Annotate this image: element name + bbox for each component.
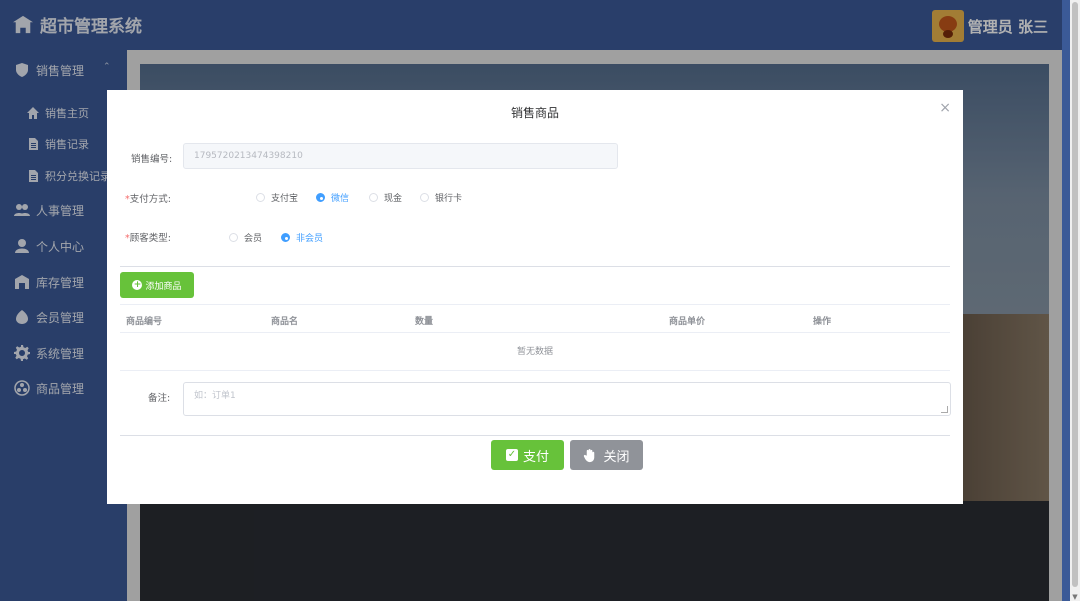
column-header: 商品编号 [126, 317, 163, 327]
pay-button[interactable]: ✓ 支付 [491, 440, 564, 470]
column-header: 商品单价 [669, 317, 706, 327]
remark-label: 备注: [148, 393, 171, 404]
sale-no-field: 1795720213474398210 [183, 143, 618, 169]
close-icon[interactable]: × [939, 100, 951, 116]
table-header-border [120, 332, 950, 333]
radio-wechat[interactable]: 微信 [316, 191, 349, 204]
column-header: 数量 [415, 317, 434, 327]
table-bottom-border [120, 370, 950, 371]
radio-cash[interactable]: 现金 [369, 191, 402, 204]
table-top-border [120, 304, 950, 305]
plus-icon: + [132, 280, 143, 290]
checkbox-icon: ✓ [505, 449, 518, 461]
dialog-title: 销售商品 [510, 106, 559, 120]
radio-member[interactable]: 会员 [229, 231, 262, 244]
sell-goods-dialog: 销售商品 × 销售编号: 1795720213474398210 *支付方式: … [107, 90, 963, 504]
remark-textarea[interactable]: 如：订单1 [183, 382, 951, 416]
add-goods-button[interactable]: + 添加商品 [120, 272, 194, 298]
hand-icon [584, 448, 595, 462]
scrollbar-thumb[interactable] [1072, 2, 1078, 587]
payment-label: *支付方式: [125, 194, 171, 205]
page-scrollbar[interactable]: ▼ [1070, 0, 1080, 601]
resize-handle[interactable] [941, 406, 948, 413]
scroll-down-icon[interactable]: ▼ [1071, 593, 1079, 601]
sale-no-label: 销售编号: [131, 154, 173, 165]
remark-placeholder: 如：订单1 [194, 391, 236, 401]
radio-alipay[interactable]: 支付宝 [256, 191, 298, 204]
radio-bank-card[interactable]: 银行卡 [420, 191, 462, 204]
customer-label: *顾客类型: [125, 233, 171, 244]
column-header: 商品名 [271, 317, 299, 327]
table-empty-text: 暂无数据 [516, 347, 553, 357]
radio-non-member[interactable]: 非会员 [281, 231, 323, 244]
column-header: 操作 [813, 317, 832, 327]
divider [120, 266, 950, 267]
divider [120, 435, 950, 436]
close-button[interactable]: 关闭 [570, 440, 643, 470]
